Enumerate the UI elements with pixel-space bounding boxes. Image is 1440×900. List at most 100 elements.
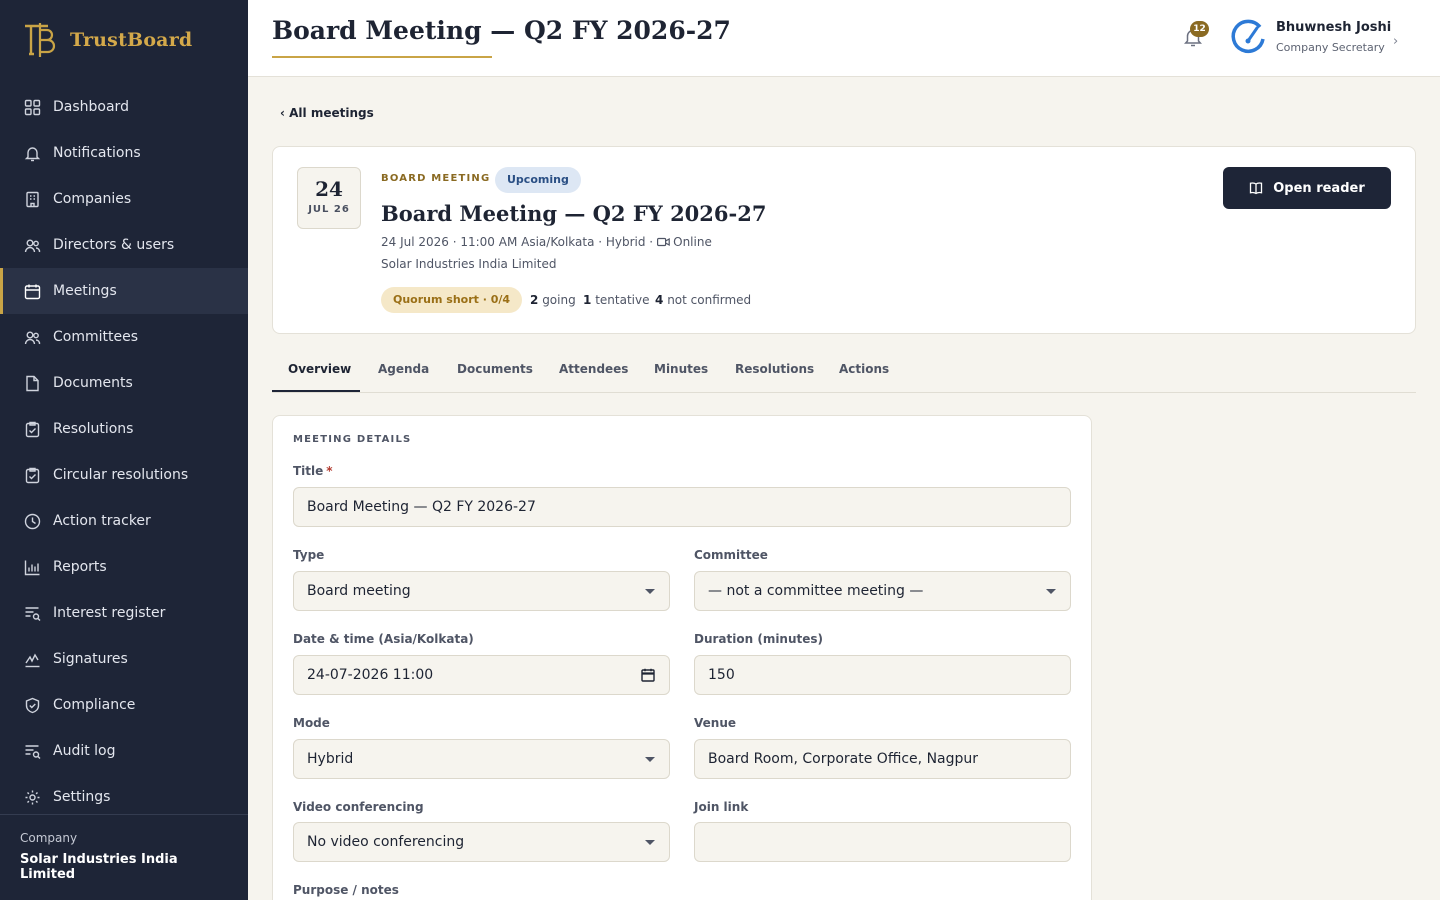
- company-label: Company: [20, 831, 78, 845]
- active-tab-indicator: [272, 390, 360, 392]
- sidebar-item-interest-register[interactable]: Interest register: [0, 590, 248, 636]
- duration-label: Duration (minutes): [694, 632, 824, 646]
- purpose-notes-label: Purpose / notes: [293, 883, 399, 897]
- sidebar-item-label: Resolutions: [53, 421, 134, 437]
- meeting-meta: 24 Jul 2026 · 11:00 AM Asia/Kolkata · Hy…: [381, 235, 712, 249]
- rsvp-going-label: going: [542, 293, 576, 307]
- type-select[interactable]: Board meeting: [293, 571, 670, 611]
- tab-overview[interactable]: Overview: [288, 348, 351, 393]
- committee-select-value: — not a committee meeting —: [708, 583, 924, 599]
- sidebar-item-audit-log[interactable]: Audit log: [0, 728, 248, 774]
- section-title: MEETING DETAILS: [293, 434, 412, 445]
- page-title: Board Meeting — Q2 FY 2026-27: [272, 16, 731, 45]
- status-badge: Upcoming: [495, 167, 581, 193]
- datetime-value: 24-07-2026 11:00: [307, 667, 434, 683]
- sidebar-item-label: Audit log: [53, 743, 116, 759]
- sidebar-nav: Dashboard Notifications Companies Direct…: [0, 84, 248, 820]
- tab-documents[interactable]: Documents: [457, 348, 533, 393]
- mode-label: Mode: [293, 716, 330, 730]
- sidebar-item-dashboard[interactable]: Dashboard: [0, 84, 248, 130]
- bell-icon: [24, 145, 41, 162]
- title-label-text: Title: [293, 464, 324, 478]
- sidebar-item-signatures[interactable]: Signatures: [0, 636, 248, 682]
- clock-icon: [24, 513, 41, 530]
- meeting-summary-card: 24 JUL 26 BOARD MEETING Upcoming Board M…: [272, 146, 1416, 334]
- sidebar-item-meetings[interactable]: Meetings: [0, 268, 248, 314]
- sidebar-item-label: Settings: [53, 789, 111, 805]
- sidebar-item-label: Signatures: [53, 651, 128, 667]
- avatar[interactable]: [1230, 19, 1266, 55]
- sidebar-item-documents[interactable]: Documents: [0, 360, 248, 406]
- file-icon: [24, 375, 41, 392]
- committee-select[interactable]: — not a committee meeting —: [694, 571, 1071, 611]
- sidebar-item-reports[interactable]: Reports: [0, 544, 248, 590]
- building-icon: [24, 191, 41, 208]
- calendar-icon: [24, 283, 41, 300]
- video-conferencing-select[interactable]: No video conferencing: [293, 822, 670, 862]
- sidebar-item-companies[interactable]: Companies: [0, 176, 248, 222]
- tab-resolutions[interactable]: Resolutions: [735, 348, 814, 393]
- sidebar-item-label: Meetings: [53, 283, 117, 299]
- join-link-label: Join link: [694, 800, 749, 814]
- sidebar-item-resolutions[interactable]: Resolutions: [0, 406, 248, 452]
- sidebar-item-notifications[interactable]: Notifications: [0, 130, 248, 176]
- caret-down-icon: [1046, 589, 1056, 594]
- sidebar-item-action-tracker[interactable]: Action tracker: [0, 498, 248, 544]
- users-icon: [24, 237, 41, 254]
- sidebar: TrustBoard Dashboard Notifications Compa…: [0, 0, 248, 900]
- rsvp-not-confirmed-count: 4: [655, 293, 664, 307]
- meeting-day: 24: [315, 177, 343, 201]
- bar-chart-icon: [24, 559, 41, 576]
- quorum-badge: Quorum short · 0/4: [381, 287, 523, 313]
- open-reader-button[interactable]: Open reader: [1223, 167, 1391, 209]
- trustboard-logo-icon: [25, 23, 56, 57]
- rsvp-tentative-label: tentative: [595, 293, 650, 307]
- video-icon: [657, 237, 670, 247]
- users-icon: [24, 329, 41, 346]
- meeting-type-kicker: BOARD MEETING: [381, 173, 491, 184]
- list-search-icon: [24, 605, 41, 622]
- sidebar-item-circular-resolutions[interactable]: Circular resolutions: [0, 452, 248, 498]
- shield-check-icon: [24, 697, 41, 714]
- venue-label: Venue: [694, 716, 736, 730]
- chevron-right-icon[interactable]: ›: [1393, 34, 1398, 49]
- mode-select-value: Hybrid: [307, 751, 354, 767]
- sidebar-item-label: Interest register: [53, 605, 166, 621]
- sidebar-item-committees[interactable]: Committees: [0, 314, 248, 360]
- meeting-details-form: MEETING DETAILS Title * Board Meeting — Q…: [272, 415, 1092, 900]
- committee-label: Committee: [694, 548, 768, 562]
- datetime-input[interactable]: 24-07-2026 11:00: [293, 655, 670, 695]
- join-link-input[interactable]: [694, 822, 1071, 862]
- all-meetings-link[interactable]: ‹ All meetings: [280, 106, 374, 120]
- tab-agenda[interactable]: Agenda: [378, 348, 429, 393]
- datetime-label: Date & time (Asia/Kolkata): [293, 632, 474, 646]
- sidebar-item-compliance[interactable]: Compliance: [0, 682, 248, 728]
- meeting-online-label: Online: [673, 235, 712, 249]
- user-name[interactable]: Bhuwnesh Joshi: [1276, 20, 1391, 35]
- brand-name: TrustBoard: [70, 29, 193, 51]
- title-label: Title *: [293, 464, 333, 478]
- brand[interactable]: TrustBoard: [22, 20, 192, 60]
- tab-actions[interactable]: Actions: [839, 348, 889, 393]
- type-select-value: Board meeting: [307, 583, 411, 599]
- title-underline: [272, 56, 492, 58]
- venue-input[interactable]: Board Room, Corporate Office, Nagpur: [694, 739, 1071, 779]
- calendar-picker-icon[interactable]: [641, 668, 655, 682]
- mode-select[interactable]: Hybrid: [293, 739, 670, 779]
- sidebar-item-directors-users[interactable]: Directors & users: [0, 222, 248, 268]
- meeting-datetime-mode: 24 Jul 2026 · 11:00 AM Asia/Kolkata · Hy…: [381, 235, 654, 249]
- company-switcher[interactable]: Company Solar Industries India Limited: [0, 814, 248, 900]
- duration-input[interactable]: 150: [694, 655, 1071, 695]
- clipboard-check-icon: [24, 421, 41, 438]
- tab-attendees[interactable]: Attendees: [559, 348, 628, 393]
- title-input[interactable]: Board Meeting — Q2 FY 2026-27: [293, 487, 1071, 527]
- video-conferencing-label: Video conferencing: [293, 800, 424, 814]
- rsvp-tentative: 1 tentative: [583, 293, 649, 307]
- meeting-company: Solar Industries India Limited: [381, 257, 557, 271]
- book-open-icon: [1250, 182, 1263, 195]
- tab-minutes[interactable]: Minutes: [654, 348, 708, 393]
- top-bar: Board Meeting — Q2 FY 2026-27 12 Bhuwnes…: [248, 0, 1440, 77]
- rsvp-not-confirmed: 4 not confirmed: [655, 293, 751, 307]
- meeting-date-badge: 24 JUL 26: [297, 167, 361, 229]
- notification-count-badge: 12: [1190, 21, 1209, 37]
